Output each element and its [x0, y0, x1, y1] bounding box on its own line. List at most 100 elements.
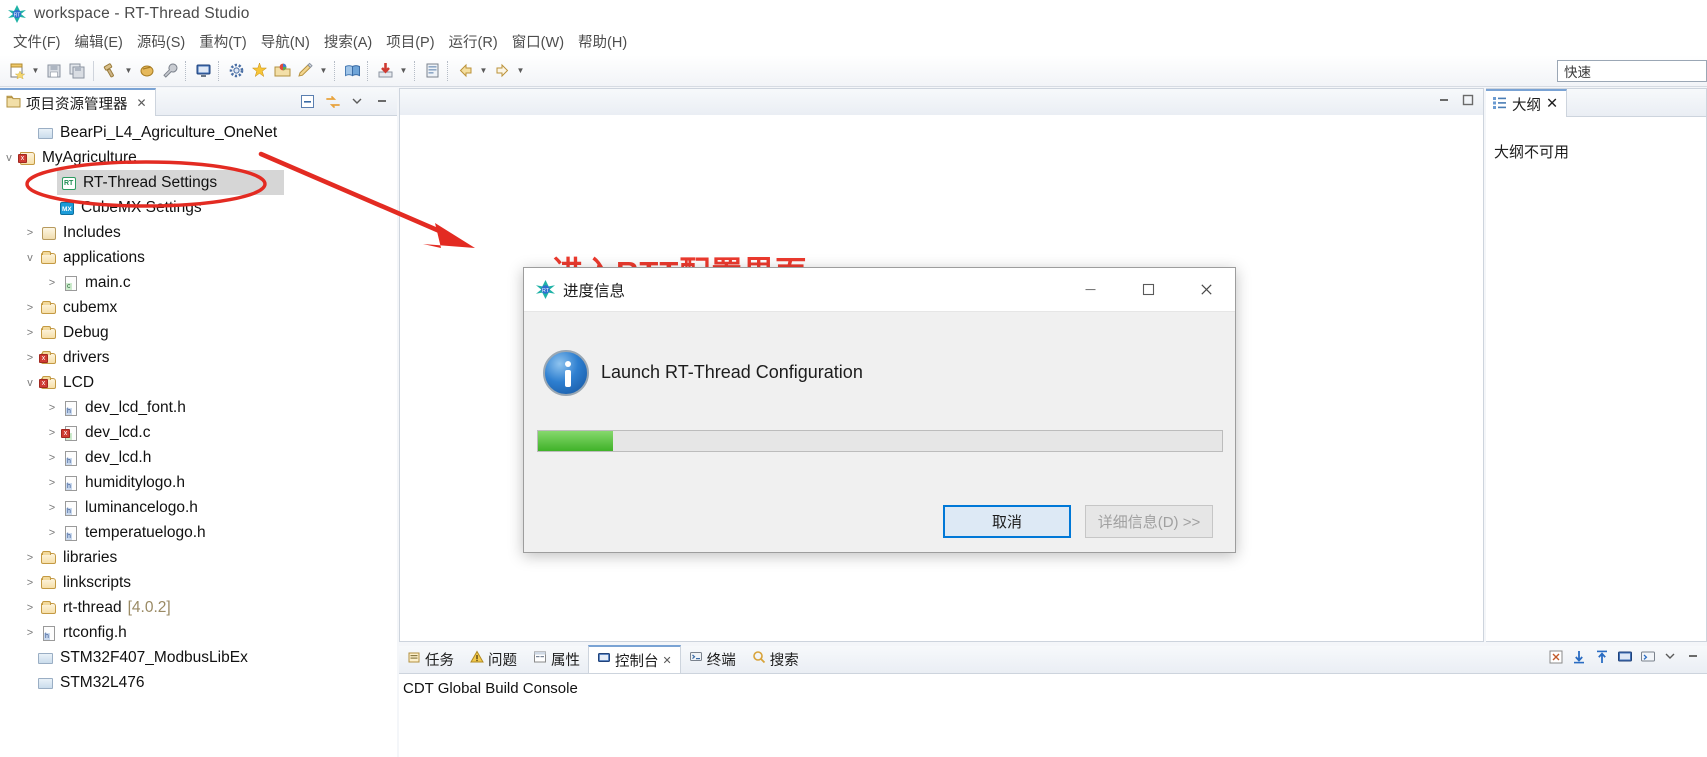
forward-dropdown-arrow-icon[interactable]: ▼	[514, 59, 527, 83]
tree-item-dev-lcd-font-h[interactable]: > dev_lcd_font.h	[0, 395, 397, 420]
twisty-collapsed[interactable]: >	[21, 327, 39, 339]
clear-console-icon[interactable]	[1548, 649, 1565, 666]
menu-file[interactable]: 文件(F)	[6, 29, 68, 54]
minimize-icon[interactable]	[375, 94, 391, 110]
tree-item-dev-lcd-h[interactable]: > dev_lcd.h	[0, 445, 397, 470]
menu-source[interactable]: 源码(S)	[130, 29, 192, 54]
sdk-manager-icon[interactable]	[421, 59, 443, 83]
tree-item-temperatuelogo-h[interactable]: > temperatuelogo.h	[0, 520, 397, 545]
twisty-expanded[interactable]: v	[21, 377, 39, 389]
menu-edit[interactable]: 编辑(E)	[68, 29, 130, 54]
twisty-collapsed[interactable]: >	[43, 527, 61, 539]
wrench-icon[interactable]	[159, 59, 181, 83]
tree-item-humiditylogo-h[interactable]: > humiditylogo.h	[0, 470, 397, 495]
menu-refactor[interactable]: 重构(T)	[192, 29, 254, 54]
twisty-collapsed[interactable]: >	[21, 602, 39, 614]
tab-tasks[interactable]: 任务	[399, 645, 462, 673]
tab-terminal[interactable]: 终端	[681, 645, 744, 673]
build-hammer-icon[interactable]	[99, 59, 121, 83]
collapse-all-icon[interactable]	[300, 94, 316, 110]
tree-item-cubemx-settings[interactable]: CubeMX Settings	[0, 195, 397, 220]
tab-search[interactable]: 搜索	[744, 645, 807, 673]
twisty-collapsed[interactable]: >	[43, 477, 61, 489]
twisty-collapsed[interactable]: >	[21, 627, 39, 639]
save-icon[interactable]	[43, 59, 65, 83]
tree-item-drivers[interactable]: > x drivers	[0, 345, 397, 370]
minimize-icon[interactable]	[1437, 93, 1451, 112]
project-tree[interactable]: BearPi_L4_Agriculture_OneNet v x MyAgric…	[0, 116, 397, 757]
tree-item-linkscripts[interactable]: > linkscripts	[0, 570, 397, 595]
twisty-collapsed[interactable]: >	[21, 302, 39, 314]
twisty-collapsed[interactable]: >	[43, 427, 61, 439]
minimize-icon[interactable]	[1061, 268, 1119, 312]
close-icon[interactable]: ✕	[1546, 96, 1558, 112]
view-menu-icon[interactable]	[1663, 649, 1680, 666]
twisty-collapsed[interactable]: >	[21, 352, 39, 364]
minimize-icon[interactable]	[1686, 649, 1703, 666]
twisty-expanded[interactable]: v	[0, 152, 18, 164]
view-menu-icon[interactable]	[350, 94, 366, 110]
scroll-lock-icon[interactable]	[1571, 649, 1588, 666]
tree-item-applications[interactable]: v applications	[0, 245, 397, 270]
forward-arrow-icon[interactable]	[491, 59, 513, 83]
new-file-dropdown-arrow-icon[interactable]: ▼	[29, 59, 42, 83]
twisty-collapsed[interactable]: >	[43, 277, 61, 289]
pin-console-icon[interactable]	[1594, 649, 1611, 666]
back-arrow-icon[interactable]	[454, 59, 476, 83]
close-icon[interactable]: ✕	[663, 654, 672, 667]
quick-access-field[interactable]: 快速	[1557, 60, 1707, 82]
twisty-collapsed[interactable]: >	[21, 577, 39, 589]
tree-item-rt-thread-settings[interactable]: RT-Thread Settings	[57, 170, 284, 195]
back-dropdown-arrow-icon[interactable]: ▼	[477, 59, 490, 83]
tab-properties[interactable]: 属性	[525, 645, 588, 673]
new-project-icon[interactable]	[271, 59, 293, 83]
maximize-icon[interactable]	[1461, 93, 1475, 112]
tree-item-libraries[interactable]: > libraries	[0, 545, 397, 570]
details-button[interactable]: 详细信息(D) >>	[1085, 505, 1213, 538]
book-icon[interactable]	[341, 59, 363, 83]
twisty-collapsed[interactable]: >	[21, 552, 39, 564]
twisty-collapsed[interactable]: >	[43, 452, 61, 464]
tree-item[interactable]: v x MyAgriculture	[0, 145, 397, 170]
menu-help[interactable]: 帮助(H)	[571, 29, 634, 54]
build-config-icon[interactable]	[136, 59, 158, 83]
build-dropdown-arrow-icon[interactable]: ▼	[122, 59, 135, 83]
twisty-collapsed[interactable]: >	[43, 502, 61, 514]
save-all-icon[interactable]	[66, 59, 88, 83]
tab-problems[interactable]: 问题	[462, 645, 525, 673]
settings-gear-icon[interactable]	[225, 59, 247, 83]
display-console-icon[interactable]	[1617, 649, 1634, 666]
twisty-collapsed[interactable]: >	[43, 402, 61, 414]
tree-item-luminancelogo-h[interactable]: > luminancelogo.h	[0, 495, 397, 520]
new-file-icon[interactable]	[6, 59, 28, 83]
cancel-button[interactable]: 取消	[943, 505, 1071, 538]
pencil-dropdown-arrow-icon[interactable]: ▼	[317, 59, 330, 83]
new-item-star-icon[interactable]	[248, 59, 270, 83]
close-icon[interactable]: ✕	[137, 96, 147, 110]
tree-item[interactable]: BearPi_L4_Agriculture_OneNet	[0, 120, 397, 145]
tree-item-main-c[interactable]: > main.c	[0, 270, 397, 295]
tree-item-rtconfig-h[interactable]: > rtconfig.h	[0, 620, 397, 645]
tab-console[interactable]: 控制台 ✕	[588, 645, 681, 673]
open-console-icon[interactable]	[1640, 649, 1657, 666]
tree-item-cubemx[interactable]: > cubemx	[0, 295, 397, 320]
maximize-icon[interactable]	[1119, 268, 1177, 312]
download-icon[interactable]	[374, 59, 396, 83]
menu-navigate[interactable]: 导航(N)	[254, 29, 317, 54]
twisty-collapsed[interactable]: >	[21, 227, 39, 239]
close-icon[interactable]	[1177, 268, 1235, 312]
tree-item-includes[interactable]: > Includes	[0, 220, 397, 245]
tree-item-dev-lcd-c[interactable]: > x dev_lcd.c	[0, 420, 397, 445]
tree-item-lcd[interactable]: v x LCD	[0, 370, 397, 395]
menu-window[interactable]: 窗口(W)	[505, 29, 571, 54]
twisty-expanded[interactable]: v	[21, 252, 39, 264]
console-icon[interactable]	[192, 59, 214, 83]
link-editor-icon[interactable]	[325, 94, 341, 110]
tab-project-explorer[interactable]: 项目资源管理器 ✕	[0, 88, 156, 116]
tree-item-stm32l476[interactable]: STM32L476	[0, 670, 397, 695]
menu-run[interactable]: 运行(R)	[442, 29, 505, 54]
tree-item-stm32f407[interactable]: STM32F407_ModbusLibEx	[0, 645, 397, 670]
download-dropdown-arrow-icon[interactable]: ▼	[397, 59, 410, 83]
pencil-icon[interactable]	[294, 59, 316, 83]
tab-outline[interactable]: 大纲 ✕	[1486, 89, 1568, 117]
